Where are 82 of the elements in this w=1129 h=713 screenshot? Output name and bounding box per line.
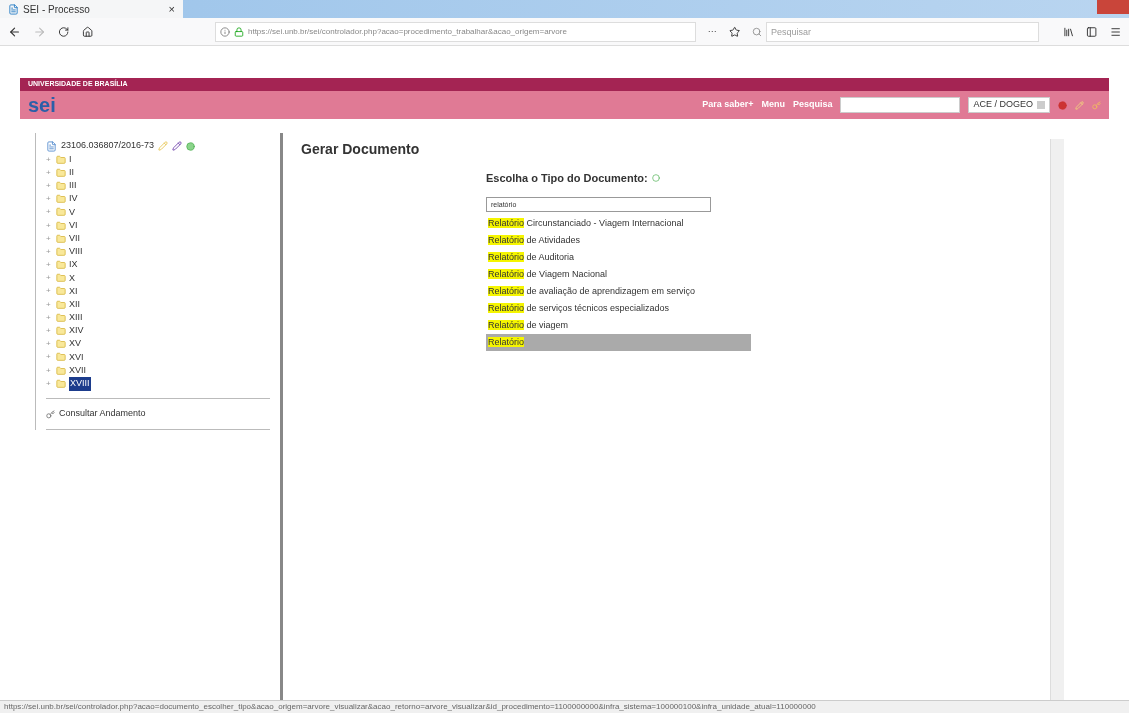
search-field[interactable]: Pesquisar [766, 21, 1040, 42]
key-icon [46, 409, 55, 419]
folder-label[interactable]: XVI [69, 350, 84, 365]
key-icon[interactable] [1092, 100, 1101, 110]
library-icon[interactable] [1063, 25, 1075, 38]
folder-label[interactable]: XIV [69, 324, 84, 338]
status-icon[interactable] [1058, 100, 1067, 110]
document-type-option[interactable]: Relatório de serviços técnicos especializados [486, 299, 751, 317]
folder-icon [56, 220, 66, 231]
tab-favicon-icon [8, 3, 19, 15]
sidebar-icon[interactable] [1086, 25, 1098, 38]
document-type-option[interactable]: Relatório de viagem [486, 316, 751, 334]
info-icon [219, 26, 230, 37]
reload-icon[interactable] [58, 25, 70, 38]
document-type-option[interactable]: Relatório [486, 333, 751, 351]
folder-label[interactable]: VIII [69, 245, 83, 259]
folder-icon [56, 286, 66, 297]
folder-icon [56, 312, 66, 323]
folder-icon [56, 180, 66, 191]
search-icon [752, 26, 762, 37]
folder-icon [56, 365, 66, 376]
folder-label[interactable]: V [69, 205, 75, 220]
folder-icon [56, 260, 66, 271]
bookmark-star-icon[interactable] [728, 25, 740, 38]
status-icon [186, 141, 196, 151]
folder-label[interactable]: X [69, 271, 75, 286]
folder-icon [56, 326, 66, 337]
folder-icon [56, 246, 66, 257]
folder-icon [56, 207, 66, 218]
folder-label[interactable]: XIII [69, 311, 83, 325]
tab-close-button[interactable]: × [168, 0, 175, 18]
url-text: https://sei.unb.br/sei/controlador.php?acao=procedimento_trabalhar&acao_origem=arvore [247, 25, 567, 38]
search-field[interactable] [840, 97, 961, 113]
document-type-option[interactable]: Relatório de Viagem Nacional [486, 265, 751, 283]
process-number[interactable]: 23106.036807/2016-73 [61, 139, 155, 153]
folder-icon [56, 339, 66, 350]
edit-icon[interactable] [1075, 100, 1084, 110]
window-close-button[interactable] [1097, 0, 1129, 14]
document-type-option[interactable]: Relatório de Auditoria [486, 248, 751, 266]
forward-icon[interactable] [33, 24, 47, 39]
folder-label[interactable]: XV [69, 337, 81, 351]
scrollbar[interactable] [1050, 139, 1064, 700]
add-icon[interactable] [651, 174, 660, 183]
lock-icon [233, 26, 244, 37]
folder-icon [56, 167, 66, 178]
pencil-icon [158, 141, 169, 151]
tab-title: SEI - Processo [23, 2, 91, 17]
folder-icon [56, 233, 66, 244]
process-icon [46, 140, 57, 152]
folder-icon [56, 273, 66, 284]
sei-logo: sei [28, 95, 56, 115]
folder-label[interactable]: XVII [69, 363, 86, 378]
document-type-option[interactable]: Relatório Circunstanciado - Viagem Internacional [486, 214, 751, 232]
folder-label[interactable]: XII [69, 297, 80, 312]
folder-icon [56, 154, 66, 165]
folder-label[interactable]: VI [69, 218, 78, 233]
folder-label[interactable]: VII [69, 231, 80, 246]
folder-label[interactable]: XVIII [69, 377, 91, 391]
marker-icon [172, 141, 183, 151]
home-icon[interactable] [81, 25, 93, 38]
folder-label[interactable]: IX [69, 258, 78, 272]
menu-icon[interactable] [1109, 25, 1121, 38]
prompt-label: Escolha o Tipo do Documento: [486, 171, 648, 186]
consult-link[interactable]: Consultar Andamento [59, 407, 146, 421]
folder-icon [56, 378, 66, 389]
address-bar[interactable]: https://sei.unb.br/sei/controlador.php?acao=procedimento_trabalhar&acao_origem=arvore [214, 21, 696, 42]
folder-label[interactable]: II [69, 166, 74, 180]
more-button[interactable]: ··· [707, 24, 717, 39]
folder-label[interactable]: III [69, 179, 77, 193]
back-icon[interactable] [8, 24, 22, 39]
folder-icon [56, 352, 66, 363]
document-type-option[interactable]: Relatório de avaliação de aprendizagem em serviço [486, 282, 751, 300]
document-type-option[interactable]: Relatório de Atividades [486, 231, 751, 249]
folder-label[interactable]: I [69, 152, 72, 167]
folder-label[interactable]: IV [69, 192, 78, 206]
folder-icon [56, 299, 66, 310]
folder-label[interactable]: XI [69, 284, 78, 299]
folder-icon [56, 194, 66, 205]
browser-tab[interactable]: SEI - Processo × [0, 0, 183, 18]
page-title: Gerar Documento [301, 140, 421, 159]
status-url: https://sei.unb.br/sei/controlador.php?acao=documento_escolher_tipo&acao_origem=arvore_visualizar&acao_retorno=arvore_visualizar&id_procedimento=1100000000&infra_sistema=100000100&infra_unidade_atual=110000000 [4, 703, 816, 711]
unit-select[interactable]: ACE / DOGEO [968, 97, 1050, 113]
